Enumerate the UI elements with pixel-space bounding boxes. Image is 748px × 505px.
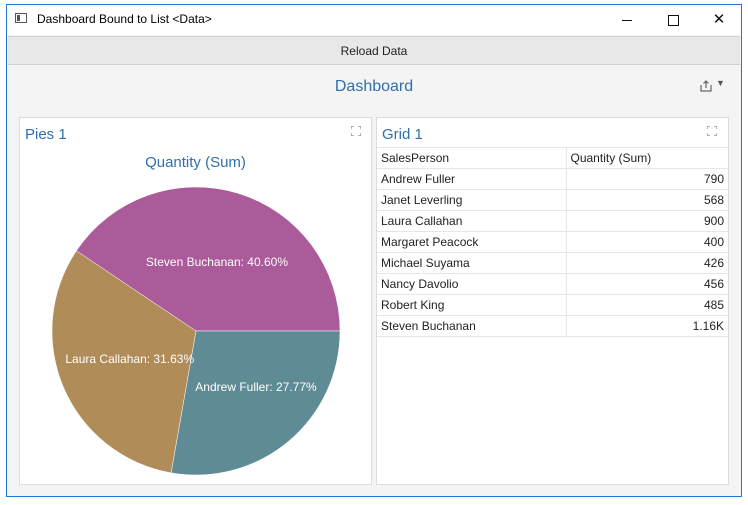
table-row[interactable]: Michael Suyama 426 [377, 252, 728, 274]
cell-salesperson: Janet Leverling [377, 189, 567, 211]
cell-salesperson: Robert King [377, 294, 567, 316]
cell-quantity: 485 [566, 294, 728, 316]
cell-salesperson: Steven Buchanan [377, 315, 567, 337]
title-bar: Dashboard Bound to List <Data> ✕ [7, 5, 741, 35]
minimize-button[interactable] [604, 5, 650, 35]
grid-panel: Grid 1 SalesPerson Quantity (Sum) Andrew… [376, 117, 729, 485]
grid-panel-title: Grid 1 [382, 126, 423, 143]
table-row[interactable]: Robert King 485 [377, 294, 728, 316]
app-icon [15, 13, 27, 23]
column-header-salesperson[interactable]: SalesPerson [377, 147, 567, 169]
table-row[interactable]: Nancy Davolio 456 [377, 273, 728, 295]
close-icon: ✕ [712, 11, 726, 28]
cell-salesperson: Margaret Peacock [377, 231, 567, 253]
table-row[interactable]: Laura Callahan 900 [377, 210, 728, 232]
table-row[interactable]: Margaret Peacock 400 [377, 231, 728, 253]
maximize-icon [667, 15, 679, 27]
grid-header-row: SalesPerson Quantity (Sum) [377, 147, 728, 169]
pie-slice[interactable] [170, 330, 341, 476]
minimize-icon [622, 20, 632, 22]
pie-chart: Steven Buchanan: 40.60% Andrew Fuller: 27… [51, 186, 341, 476]
cell-quantity: 568 [566, 189, 728, 211]
table-row[interactable]: Andrew Fuller 790 [377, 168, 728, 190]
cell-quantity: 400 [566, 231, 728, 253]
cell-quantity: 426 [566, 252, 728, 274]
table-row[interactable]: Janet Leverling 568 [377, 189, 728, 211]
cell-salesperson: Michael Suyama [377, 252, 567, 274]
pie-slice-label: Andrew Fuller: 27.77% [195, 380, 317, 394]
cell-quantity: 456 [566, 273, 728, 295]
maximize-panel-icon[interactable] [707, 126, 717, 136]
data-grid: SalesPerson Quantity (Sum) Andrew Fuller… [377, 147, 728, 337]
table-row[interactable]: Steven Buchanan 1.16K [377, 315, 728, 337]
reload-data-button[interactable]: Reload Data [8, 36, 740, 65]
dashboard-title: Dashboard [334, 78, 414, 95]
cell-quantity: 1.16K [566, 315, 728, 337]
pie-panel: Pies 1 Quantity (Sum) Steven Buchanan: 4… [19, 117, 372, 485]
maximize-button[interactable] [650, 5, 696, 35]
cell-salesperson: Laura Callahan [377, 210, 567, 232]
close-button[interactable]: ✕ [696, 5, 742, 35]
pie-slice-label: Steven Buchanan: 40.60% [146, 255, 288, 269]
cell-quantity: 900 [566, 210, 728, 232]
pie-slice-label: Laura Callahan: 31.63% [65, 352, 194, 366]
cell-salesperson: Andrew Fuller [377, 168, 567, 190]
chevron-down-icon: ▼ [716, 78, 725, 88]
app-window: Dashboard Bound to List <Data> ✕ Reload … [6, 4, 742, 497]
column-header-quantity[interactable]: Quantity (Sum) [566, 147, 728, 169]
export-button[interactable]: ▼ [697, 77, 727, 95]
window-title: Dashboard Bound to List <Data> [37, 12, 212, 26]
cell-quantity: 790 [566, 168, 728, 190]
cell-salesperson: Nancy Davolio [377, 273, 567, 295]
export-icon [700, 80, 712, 92]
